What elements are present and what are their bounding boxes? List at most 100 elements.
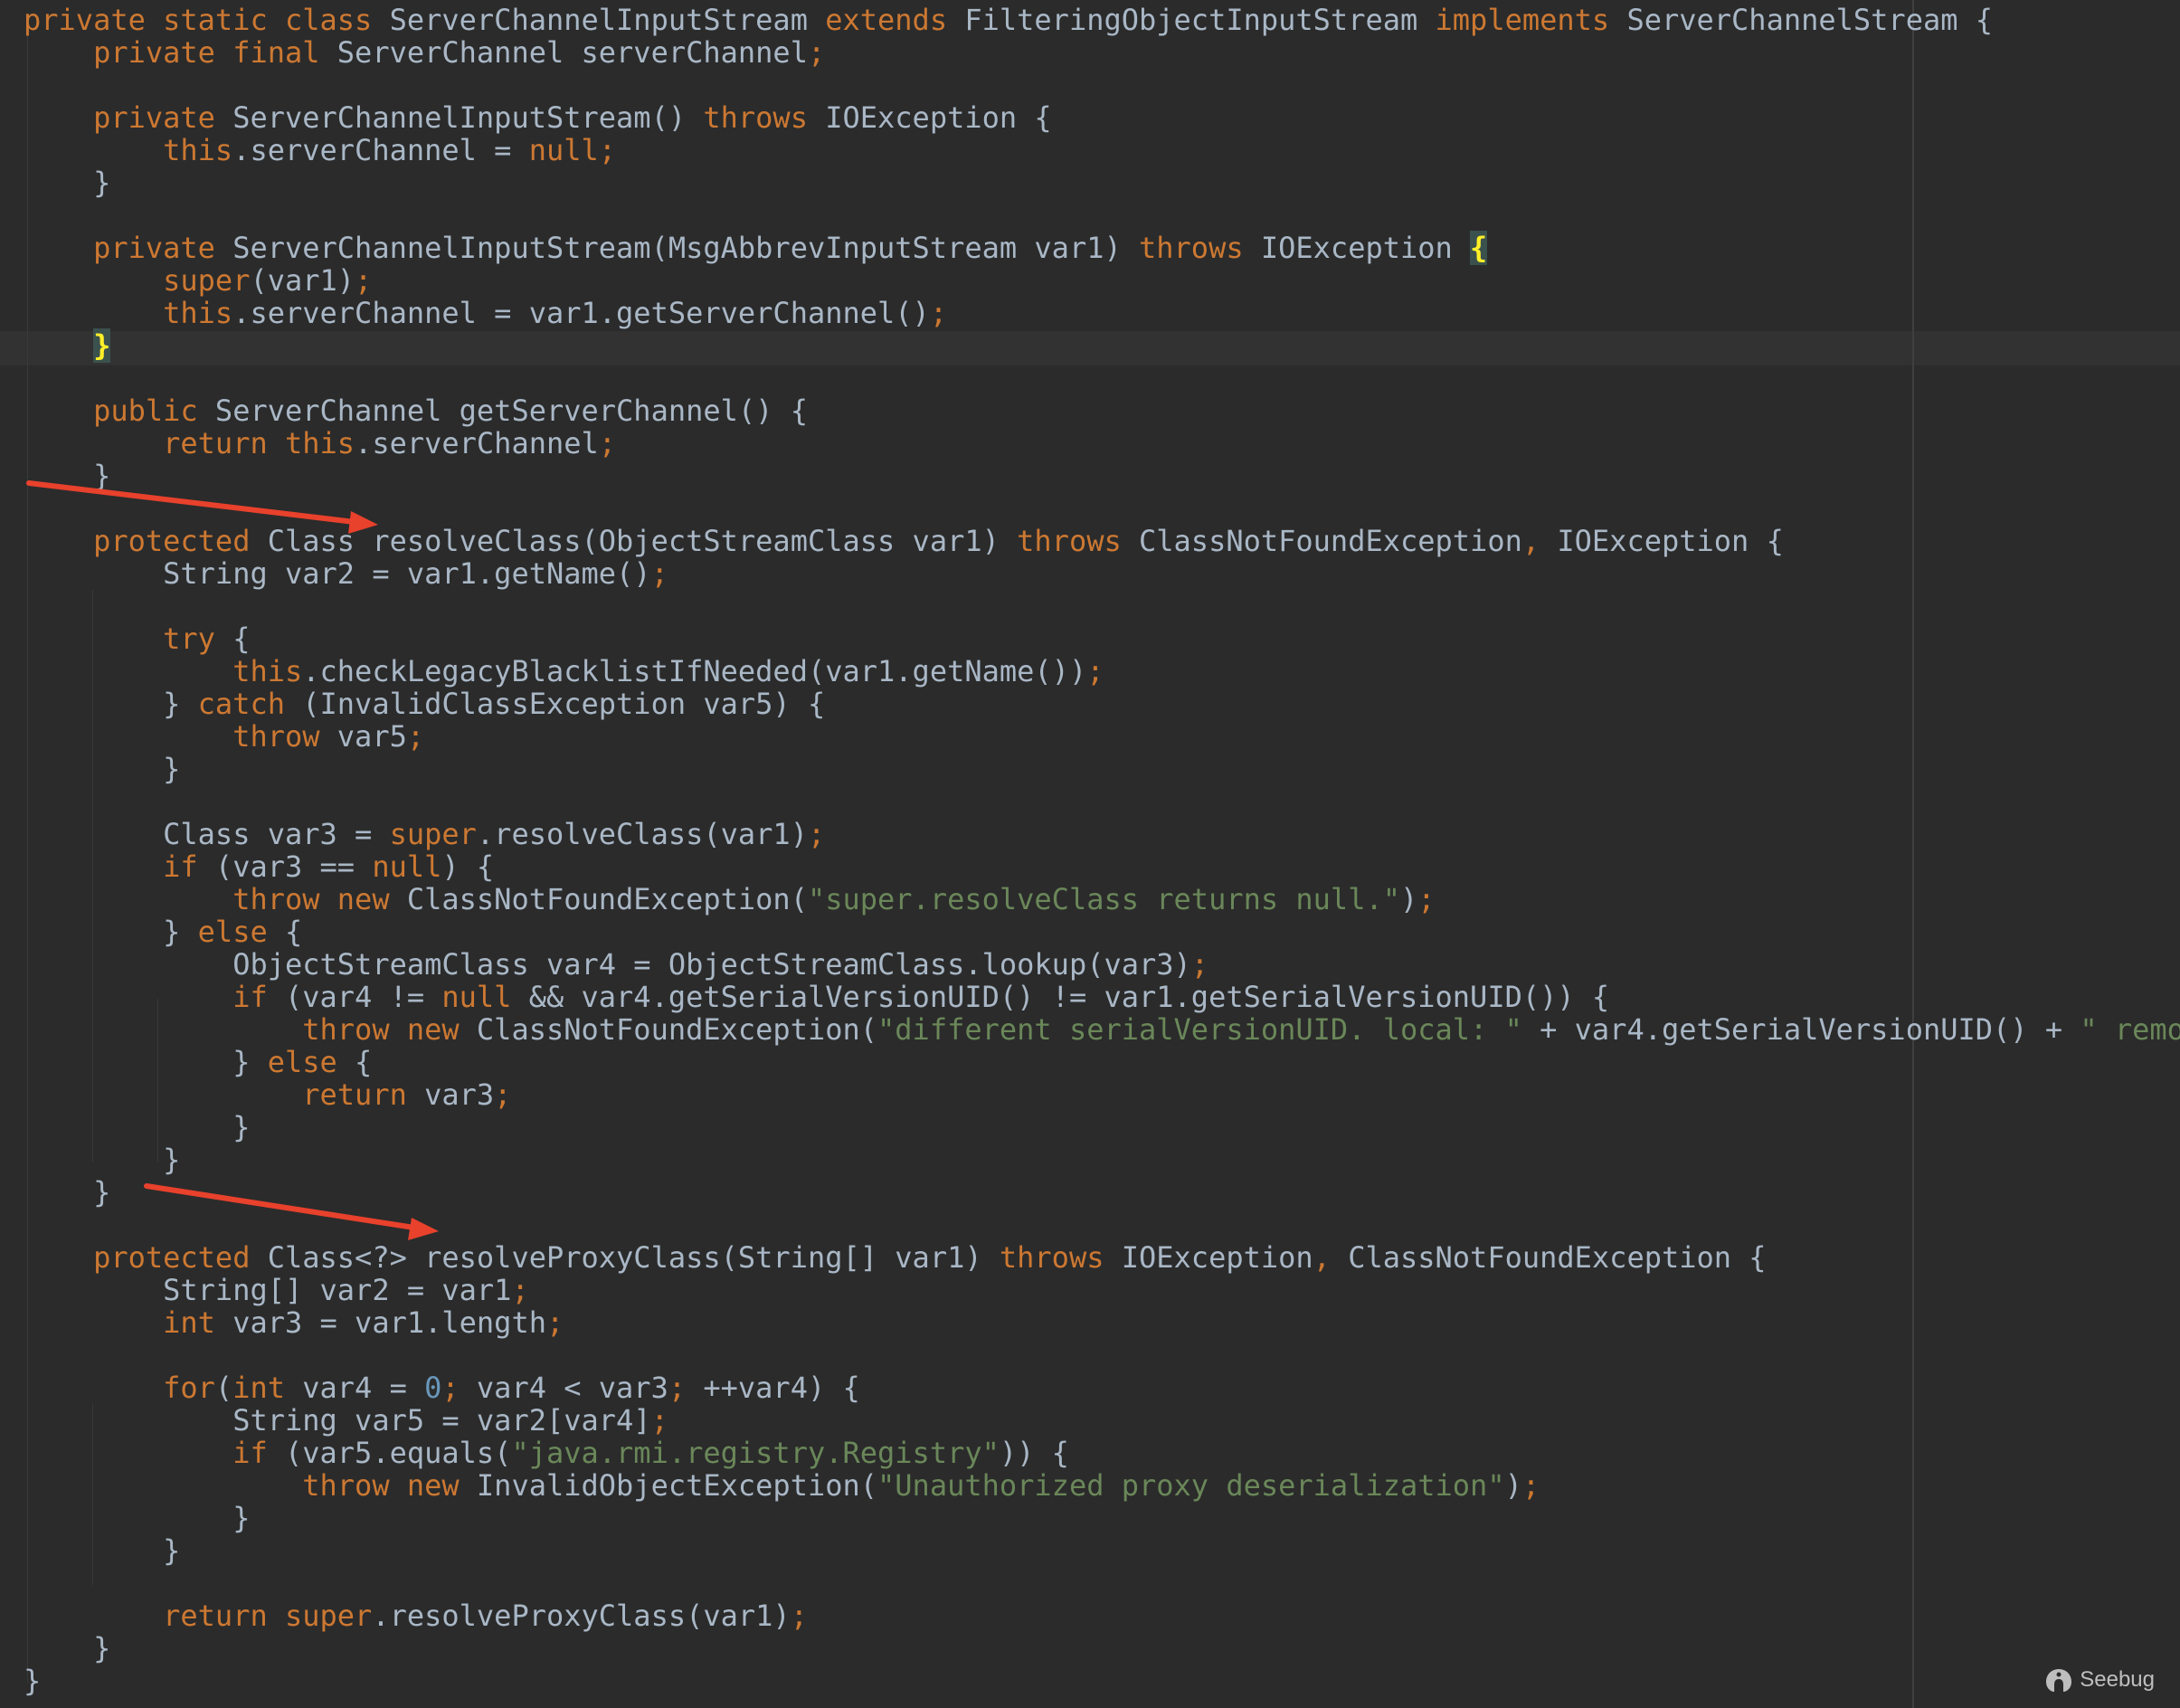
code-line[interactable]: try { — [24, 622, 2180, 655]
code-line[interactable]: private ServerChannelInputStream() throw… — [24, 101, 2180, 134]
code-token: } — [24, 1631, 111, 1665]
code-token: (var3 == — [197, 849, 373, 884]
code-line[interactable] — [24, 199, 2180, 232]
code-line[interactable]: private ServerChannelInputStream(MsgAbbr… — [24, 231, 2180, 265]
code-line[interactable]: } — [24, 1111, 2180, 1143]
code-line[interactable]: if (var3 == null) { — [24, 850, 2180, 883]
code-line[interactable] — [24, 492, 2180, 525]
code-token: FilteringObjectInputStream — [947, 3, 1436, 37]
code-token: Class<?> resolveProxyClass(String[] var1… — [250, 1240, 1000, 1275]
code-token: 0 — [424, 1371, 442, 1405]
code-token: ; — [598, 426, 617, 460]
code-line[interactable]: this.serverChannel = null; — [24, 134, 2180, 166]
code-line[interactable]: Class var3 = super.resolveClass(var1); — [24, 818, 2180, 850]
code-editor[interactable]: private static class ServerChannelInputS… — [0, 0, 2180, 1708]
code-line[interactable]: throw new InvalidObjectException("Unauth… — [24, 1469, 2180, 1502]
code-token: IOException { — [1540, 524, 1784, 558]
code-line[interactable]: public ServerChannel getServerChannel() … — [24, 394, 2180, 427]
code-line[interactable] — [24, 1209, 2180, 1241]
code-line[interactable]: } — [24, 328, 2180, 363]
code-line[interactable] — [24, 1339, 2180, 1371]
code-token: } — [24, 1664, 42, 1698]
code-token: int — [163, 1305, 215, 1340]
code-line[interactable] — [24, 1567, 2180, 1599]
code-token: IOException — [1243, 231, 1471, 265]
code-token: .resolveProxyClass(var1) — [372, 1599, 791, 1633]
code-token: var5 — [319, 719, 407, 754]
code-line[interactable]: this.serverChannel = var1.getServerChann… — [24, 297, 2180, 329]
code-token: } — [24, 687, 198, 721]
code-line[interactable]: ObjectStreamClass var4 = ObjectStreamCla… — [24, 948, 2180, 981]
code-token: private — [93, 231, 215, 265]
code-line[interactable]: protected Class<?> resolveProxyClass(Str… — [24, 1241, 2180, 1274]
code-content[interactable]: private static class ServerChannelInputS… — [24, 4, 2180, 1697]
code-line[interactable]: String[] var2 = var1; — [24, 1274, 2180, 1306]
code-line[interactable]: } else { — [24, 916, 2180, 948]
code-line[interactable]: throw new ClassNotFoundException("differ… — [24, 1013, 2180, 1046]
code-line[interactable]: } — [24, 753, 2180, 785]
code-line[interactable]: } — [24, 1176, 2180, 1209]
code-line[interactable] — [24, 590, 2180, 622]
code-token: ; — [1417, 882, 1436, 916]
code-line[interactable]: String var2 = var1.getName(); — [24, 557, 2180, 590]
code-line[interactable] — [24, 69, 2180, 101]
code-line[interactable]: } — [24, 166, 2180, 199]
code-token: String var5 = var2[var4] — [24, 1403, 651, 1438]
code-token: this — [163, 133, 233, 167]
code-line[interactable]: throw new ClassNotFoundException("super.… — [24, 883, 2180, 916]
code-line[interactable]: super(var1); — [24, 264, 2180, 297]
code-token: { — [214, 622, 251, 656]
code-token: throw new — [302, 1012, 460, 1047]
code-line[interactable]: } else { — [24, 1046, 2180, 1078]
code-token: ; — [355, 263, 373, 298]
code-line[interactable]: if (var4 != null && var4.getSerialVersio… — [24, 981, 2180, 1013]
code-line[interactable] — [24, 362, 2180, 394]
code-line[interactable]: String var5 = var2[var4]; — [24, 1404, 2180, 1437]
code-token: ; — [1190, 947, 1209, 982]
code-line[interactable]: } catch (InvalidClassException var5) { — [24, 688, 2180, 720]
code-line[interactable]: for(int var4 = 0; var4 < var3; ++var4) { — [24, 1371, 2180, 1404]
code-token: throw new — [232, 882, 390, 916]
code-line[interactable]: } — [24, 1534, 2180, 1567]
code-token: for — [163, 1371, 215, 1405]
code-token: var4 = — [284, 1371, 425, 1405]
code-token: if — [232, 1436, 268, 1470]
code-token: } — [24, 1143, 181, 1177]
code-line[interactable]: protected Class resolveClass(ObjectStrea… — [24, 525, 2180, 557]
code-line[interactable]: return super.resolveProxyClass(var1); — [24, 1599, 2180, 1632]
code-line[interactable] — [24, 785, 2180, 818]
code-token: } — [24, 1175, 111, 1210]
code-line[interactable]: return var3; — [24, 1078, 2180, 1111]
code-line[interactable]: } — [24, 1665, 2180, 1697]
code-line[interactable]: this.checkLegacyBlacklistIfNeeded(var1.g… — [24, 655, 2180, 688]
code-token: ClassNotFoundException( — [389, 882, 808, 916]
code-token: ) — [1399, 882, 1418, 916]
code-line[interactable]: throw var5; — [24, 720, 2180, 753]
code-token: } — [24, 459, 111, 493]
code-line[interactable]: private static class ServerChannelInputS… — [24, 4, 2180, 36]
code-line[interactable]: } — [24, 1143, 2180, 1176]
code-line[interactable]: return this.serverChannel; — [24, 427, 2180, 460]
code-line[interactable]: if (var5.equals("java.rmi.registry.Regis… — [24, 1437, 2180, 1469]
code-token: , — [1521, 524, 1540, 558]
code-line[interactable]: } — [24, 460, 2180, 492]
code-line[interactable]: } — [24, 1502, 2180, 1534]
code-token: } — [24, 1533, 181, 1568]
code-token: } — [24, 1501, 251, 1535]
code-token: (InvalidClassException var5) { — [284, 687, 826, 721]
code-line[interactable]: int var3 = var1.length; — [24, 1306, 2180, 1339]
code-line[interactable]: } — [24, 1632, 2180, 1665]
code-token: extends — [825, 3, 948, 37]
code-token: null — [441, 980, 512, 1014]
code-token: throws — [999, 1240, 1104, 1275]
code-line[interactable]: private final ServerChannel serverChanne… — [24, 36, 2180, 69]
code-token: ServerChannelInputStream() — [214, 100, 704, 135]
